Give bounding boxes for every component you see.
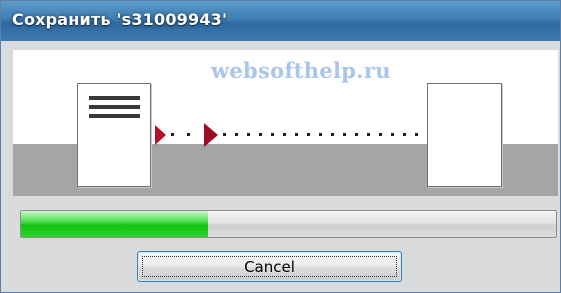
- save-progress-dialog: Сохранить 's31009943' websofthelp.ru Can…: [0, 0, 561, 293]
- source-document-icon: [77, 83, 151, 187]
- file-transfer-animation: websofthelp.ru: [13, 50, 558, 196]
- path-dot: [355, 133, 358, 136]
- path-dot: [307, 133, 310, 136]
- document-text-line: [89, 114, 140, 118]
- cancel-button[interactable]: Cancel: [137, 251, 402, 282]
- path-dot: [415, 133, 418, 136]
- title-bar[interactable]: Сохранить 's31009943': [1, 1, 560, 41]
- save-progress-bar: [20, 210, 557, 238]
- progress-bar-fill: [21, 211, 209, 237]
- path-dot: [319, 133, 322, 136]
- path-dot: [247, 133, 250, 136]
- transfer-moving-arrow-icon: [204, 123, 218, 147]
- path-dot: [379, 133, 382, 136]
- path-dot: [171, 133, 174, 136]
- path-dot: [331, 133, 334, 136]
- path-dot: [187, 133, 190, 136]
- path-dot: [403, 133, 406, 136]
- path-dot: [223, 133, 226, 136]
- path-dot: [271, 133, 274, 136]
- target-document-icon: [427, 83, 502, 187]
- path-dot: [283, 133, 286, 136]
- path-dot: [295, 133, 298, 136]
- focus-rectangle: [142, 256, 397, 277]
- document-text-line: [89, 96, 140, 100]
- path-dot: [367, 133, 370, 136]
- watermark-text: websofthelp.ru: [211, 58, 391, 83]
- path-dot: [343, 133, 346, 136]
- path-dot: [235, 133, 238, 136]
- path-dot: [391, 133, 394, 136]
- document-text-line: [89, 105, 140, 109]
- path-dot: [259, 133, 262, 136]
- window-title: Сохранить 's31009943': [12, 10, 228, 29]
- transfer-start-arrow-icon: [155, 125, 166, 145]
